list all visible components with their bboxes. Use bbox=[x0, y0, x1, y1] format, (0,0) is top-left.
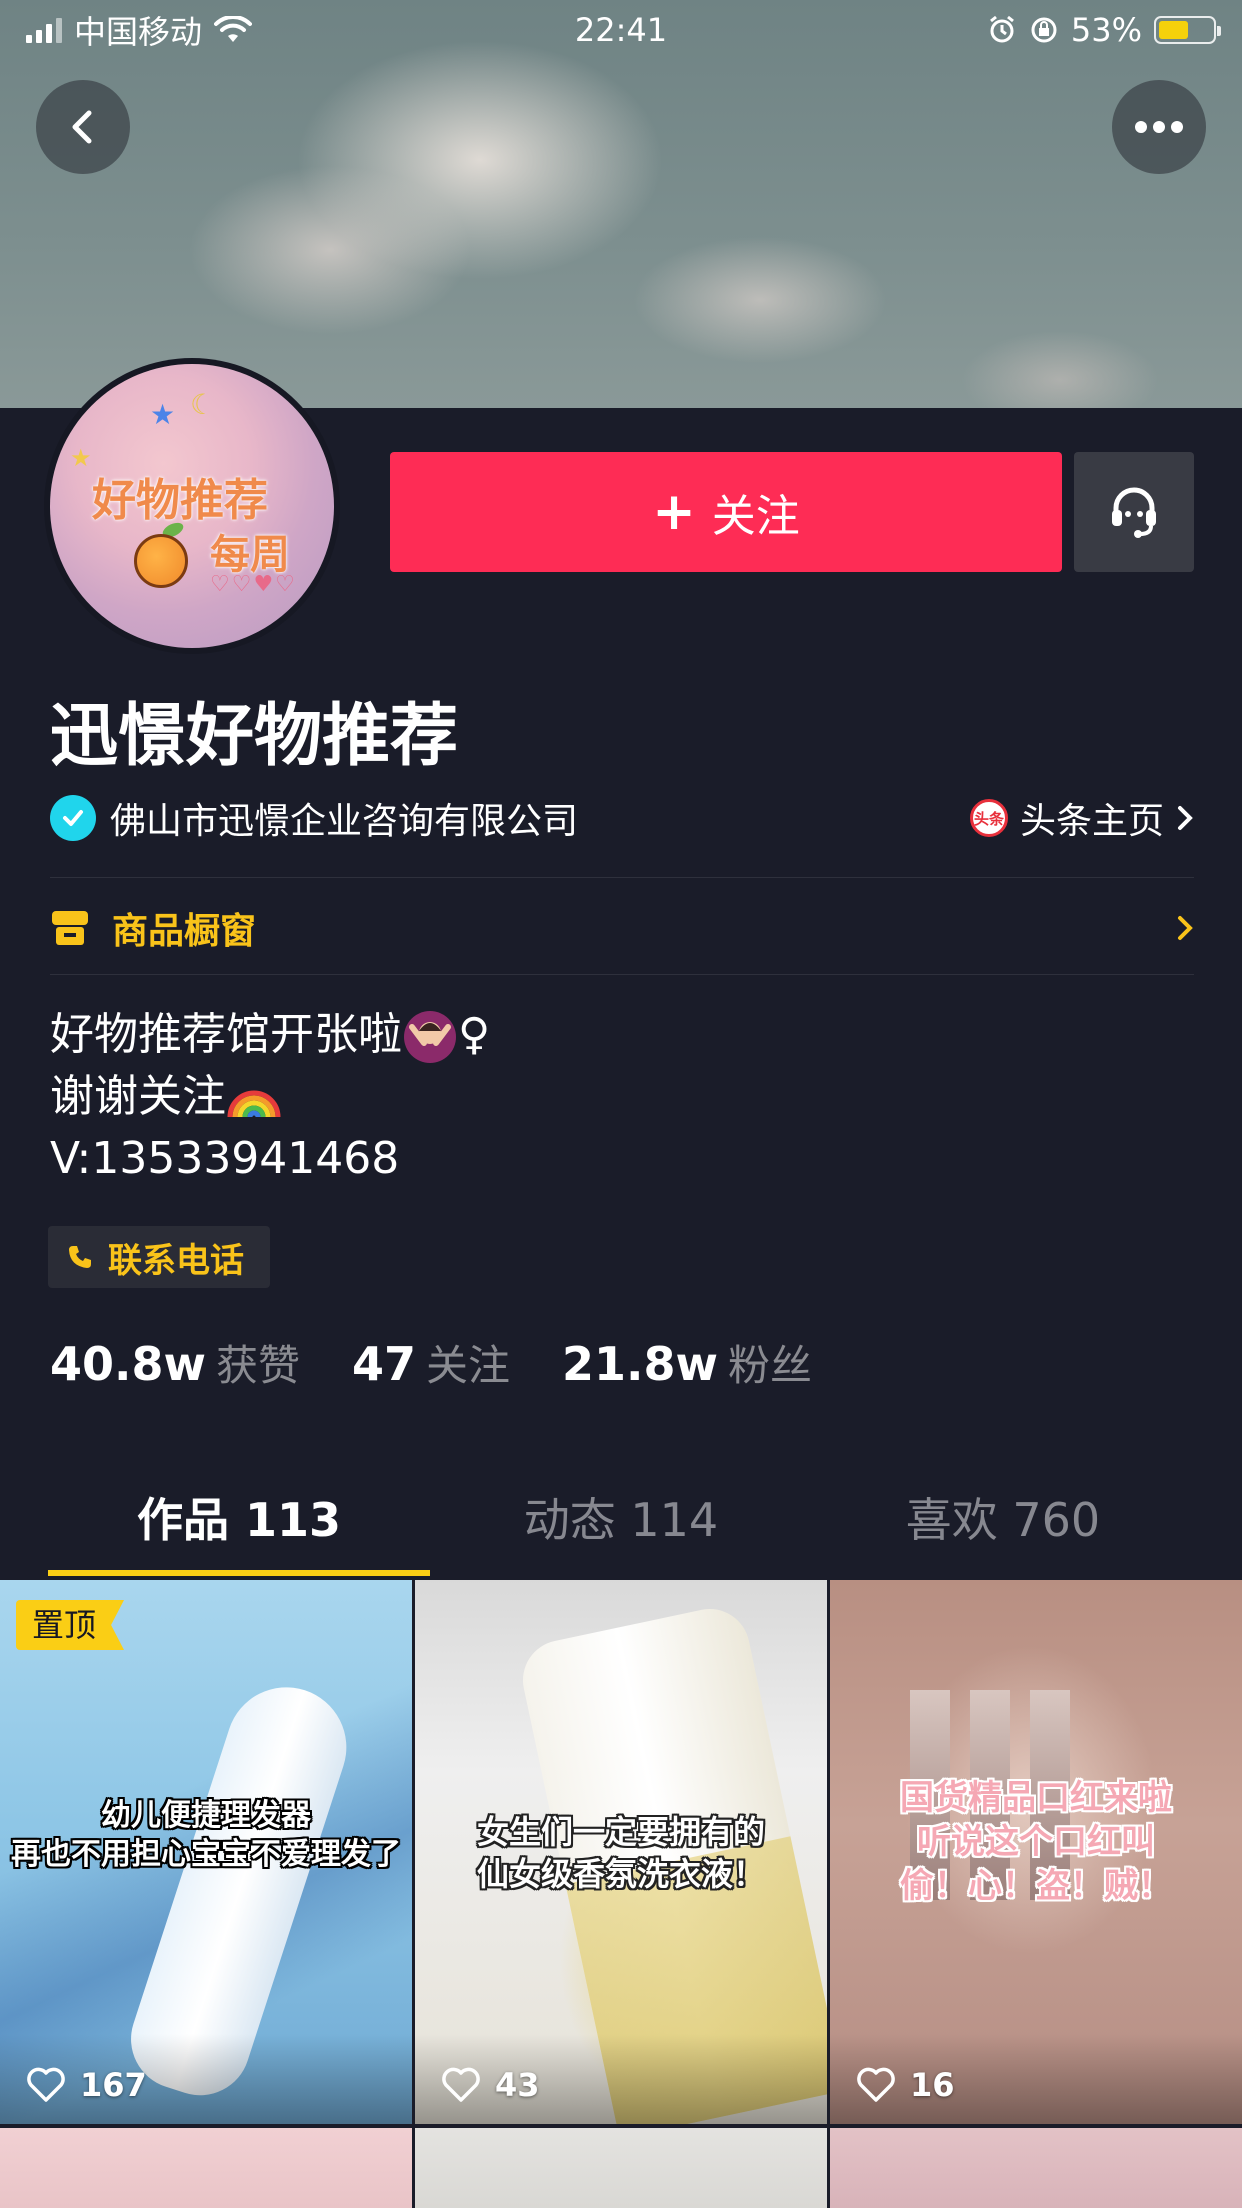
heart-outline-icon bbox=[442, 2067, 480, 2102]
female-sign: ♀ bbox=[458, 1009, 491, 1060]
check-badge-icon bbox=[50, 795, 96, 841]
verified-company: 佛山市迅憬企业咨询有限公司 bbox=[50, 792, 578, 844]
carrier-label: 中国移动 bbox=[74, 13, 203, 51]
stat-value: 21.8w bbox=[562, 1337, 719, 1391]
bio-text-1: 好物推荐馆开张啦 bbox=[50, 1009, 402, 1060]
follow-button[interactable]: + 关注 bbox=[390, 452, 1062, 572]
alarm-icon bbox=[989, 15, 1014, 43]
profile-name: 迅憬好物推荐 bbox=[50, 697, 459, 776]
shop-label: 商品橱窗 bbox=[112, 911, 257, 952]
toutiao-link-label: 头条主页 bbox=[1019, 801, 1164, 842]
heart-outline-icon bbox=[857, 2067, 895, 2102]
video-grid: 置顶 幼儿便捷理发器 再也不用担心宝宝不爱理发了 167 女生们一定要拥有的 仙… bbox=[0, 1580, 1242, 2208]
video-thumbnail[interactable]: 女生们一定要拥有的 仙女级香氛洗衣液！ 43 bbox=[415, 1580, 827, 2124]
chevron-right-icon bbox=[1178, 916, 1193, 940]
stat-label: 粉丝 bbox=[728, 1341, 813, 1390]
shop-window-row[interactable]: 商品橱窗 bbox=[50, 888, 1194, 968]
chevron-right-icon bbox=[1178, 806, 1193, 830]
star-decoration: ★ bbox=[150, 398, 176, 431]
bio: 好物推荐馆开张啦 ♀ 谢谢关注 V:13533941468 bbox=[50, 1004, 490, 1190]
caption-line: 仙女级香氛洗衣液！ bbox=[476, 1854, 765, 1893]
hearts-decoration: ♡♡♥♡ bbox=[210, 572, 297, 597]
caption-line: 女生们一定要拥有的 bbox=[476, 1813, 765, 1851]
stat-label: 关注 bbox=[426, 1341, 511, 1390]
status-bar: 中国移动 22:41 53% bbox=[0, 0, 1242, 60]
video-thumbnail[interactable] bbox=[415, 2128, 827, 2208]
like-count-value: 43 bbox=[495, 2066, 540, 2104]
caption-line: 再也不用担心宝宝不爱理发了 bbox=[11, 1837, 401, 1872]
toutiao-logo-icon: 头条 bbox=[969, 799, 1008, 837]
avatar[interactable]: ★ ☾ ★ 好物推荐 每周 ♡♡♥♡ bbox=[44, 358, 340, 654]
video-thumbnail[interactable] bbox=[0, 2128, 412, 2208]
contact-phone-button[interactable]: 联系电话 bbox=[48, 1226, 270, 1288]
star-decoration: ★ bbox=[70, 444, 92, 472]
orange-decoration bbox=[134, 534, 188, 588]
stat-following[interactable]: 47 关注 bbox=[352, 1332, 510, 1393]
status-left: 中国移动 bbox=[26, 7, 253, 53]
toutiao-homepage-link[interactable]: 头条 头条主页 bbox=[969, 792, 1194, 844]
verification-row: 佛山市迅憬企业咨询有限公司 头条 头条主页 bbox=[50, 790, 1194, 846]
like-count: 167 bbox=[26, 2066, 147, 2104]
video-caption: 女生们一定要拥有的 仙女级香氛洗衣液！ bbox=[415, 1812, 827, 1895]
follow-label: 关注 bbox=[711, 491, 800, 542]
video-thumbnail[interactable]: 置顶 幼儿便捷理发器 再也不用担心宝宝不爱理发了 167 bbox=[0, 1580, 412, 2124]
chevron-left-icon bbox=[72, 110, 92, 144]
pinned-badge: 置顶 bbox=[16, 1600, 125, 1650]
video-thumbnail[interactable]: 国货精品口红来啦 听说这个口红叫 偷！心！盗！贼！ 16 bbox=[830, 1580, 1242, 2124]
tab-dynamics[interactable]: 动态 114 bbox=[430, 1480, 812, 1584]
phone-label: 联系电话 bbox=[108, 1240, 244, 1281]
stats-row: 40.8w 获赞 47 关注 21.8w 粉丝 bbox=[50, 1332, 864, 1393]
divider bbox=[50, 974, 1194, 975]
more-horizontal-icon bbox=[1135, 121, 1183, 133]
battery-percent: 53% bbox=[1070, 11, 1142, 49]
tab-works[interactable]: 作品 113 bbox=[48, 1480, 430, 1584]
heart-outline-icon bbox=[27, 2067, 65, 2102]
cover-image: 中国移动 22:41 53% bbox=[0, 0, 1242, 408]
caption-line: 国货精品口红来啦 bbox=[900, 1778, 1172, 1818]
shop-icon bbox=[52, 911, 88, 945]
bio-line-3: V:13533941468 bbox=[50, 1133, 400, 1184]
rainbow-emoji bbox=[226, 1071, 282, 1127]
phone-icon bbox=[69, 1246, 91, 1268]
person-gesturing-no-emoji bbox=[402, 1009, 458, 1065]
like-count-value: 16 bbox=[910, 2066, 955, 2104]
customer-service-button[interactable] bbox=[1074, 452, 1194, 572]
shop-window: 商品橱窗 bbox=[50, 902, 256, 954]
plus-icon: + bbox=[652, 482, 696, 542]
profile-page: 中国移动 22:41 53% ★ ☾ ★ 好物推荐 每周 ♡♡♥♡ + 关注 迅… bbox=[0, 0, 1242, 2208]
stat-label: 获赞 bbox=[216, 1341, 301, 1390]
status-right: 53% bbox=[987, 11, 1221, 49]
divider bbox=[50, 877, 1194, 878]
stat-value: 40.8w bbox=[50, 1337, 206, 1391]
like-count: 43 bbox=[441, 2066, 540, 2104]
headset-icon bbox=[1112, 487, 1156, 538]
signal-icon bbox=[26, 17, 62, 43]
back-button[interactable] bbox=[36, 80, 130, 174]
bio-text-2: 谢谢关注 bbox=[50, 1071, 226, 1122]
stat-fans[interactable]: 21.8w 粉丝 bbox=[562, 1332, 812, 1393]
video-thumbnail[interactable] bbox=[830, 2128, 1242, 2208]
moon-decoration: ☾ bbox=[190, 388, 216, 421]
caption-line: 听说这个口红叫 bbox=[917, 1822, 1155, 1863]
video-caption: 国货精品口红来啦 听说这个口红叫 偷！心！盗！贼！ bbox=[830, 1776, 1242, 1909]
avatar-image: ★ ☾ ★ 好物推荐 每周 ♡♡♥♡ bbox=[50, 364, 334, 648]
wifi-icon bbox=[214, 16, 253, 42]
like-count: 16 bbox=[856, 2066, 955, 2104]
content-tabs: 作品 113 动态 114 喜欢 760 bbox=[48, 1480, 1194, 1584]
avatar-text-1: 好物推荐 bbox=[92, 475, 268, 526]
bio-line-2: 谢谢关注 bbox=[50, 1066, 490, 1128]
stat-value: 47 bbox=[352, 1337, 417, 1391]
stat-likes: 40.8w 获赞 bbox=[50, 1332, 300, 1393]
caption-line: 幼儿便捷理发器 bbox=[101, 1798, 311, 1833]
video-caption: 幼儿便捷理发器 再也不用担心宝宝不爱理发了 bbox=[0, 1796, 412, 1874]
like-count-value: 167 bbox=[80, 2066, 147, 2104]
more-button[interactable] bbox=[1112, 80, 1206, 174]
tab-likes[interactable]: 喜欢 760 bbox=[812, 1480, 1194, 1584]
company-name: 佛山市迅憬企业咨询有限公司 bbox=[110, 801, 579, 842]
caption-line: 偷！心！盗！贼！ bbox=[900, 1866, 1172, 1907]
bio-line-1: 好物推荐馆开张啦 ♀ bbox=[50, 1004, 490, 1066]
rotation-lock-icon bbox=[1031, 17, 1057, 43]
battery-icon bbox=[1154, 16, 1221, 44]
